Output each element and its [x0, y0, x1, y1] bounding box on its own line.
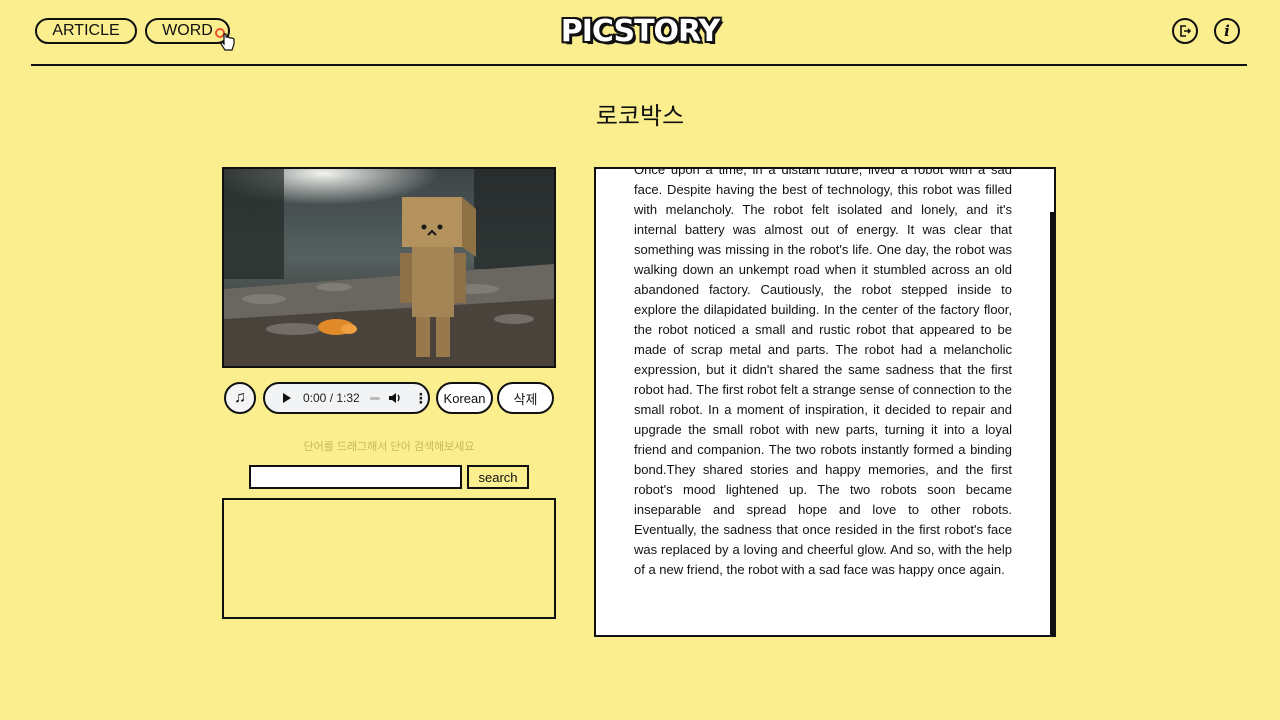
page-title: 로코박스 — [595, 103, 685, 130]
app-logo[interactable]: PICSTORY — [0, 14, 1280, 49]
search-button[interactable]: search — [467, 465, 529, 489]
audio-progress-bar[interactable] — [369, 396, 380, 400]
volume-icon[interactable] — [388, 391, 402, 405]
info-glyph: i — [1224, 22, 1230, 40]
story-text: Once upon a time, in a distant future, l… — [634, 167, 1012, 577]
word-result-box — [222, 498, 556, 619]
info-icon[interactable]: i — [1214, 18, 1240, 44]
story-image — [222, 167, 556, 368]
logout-glyph-icon — [1180, 25, 1192, 37]
word-search-input[interactable] — [249, 465, 462, 489]
logout-icon[interactable] — [1172, 18, 1198, 44]
story-panel[interactable]: Once upon a time, in a distant future, l… — [594, 167, 1056, 637]
search-hint: 단어를 드래그해서 단어 검색해보세요 — [303, 441, 475, 453]
play-icon[interactable] — [283, 393, 291, 403]
audio-player[interactable]: 0:00 / 1:32 ⋮ — [263, 382, 430, 414]
music-button[interactable]: ♫ — [224, 382, 256, 414]
page: ARTICLE WORD PICSTORY i 로코박스 ♫ 0:00 / 1:… — [0, 0, 1280, 720]
music-note-icon: ♫ — [234, 389, 246, 406]
audio-time: 0:00 / 1:32 — [303, 391, 360, 405]
robot-photo-illustration — [224, 169, 554, 366]
more-options-icon[interactable]: ⋮ — [414, 391, 428, 405]
korean-button[interactable]: Korean — [436, 382, 493, 414]
delete-button[interactable]: 삭제 — [497, 382, 554, 414]
story-scrollbar[interactable] — [1050, 212, 1056, 637]
header-divider — [31, 64, 1247, 66]
